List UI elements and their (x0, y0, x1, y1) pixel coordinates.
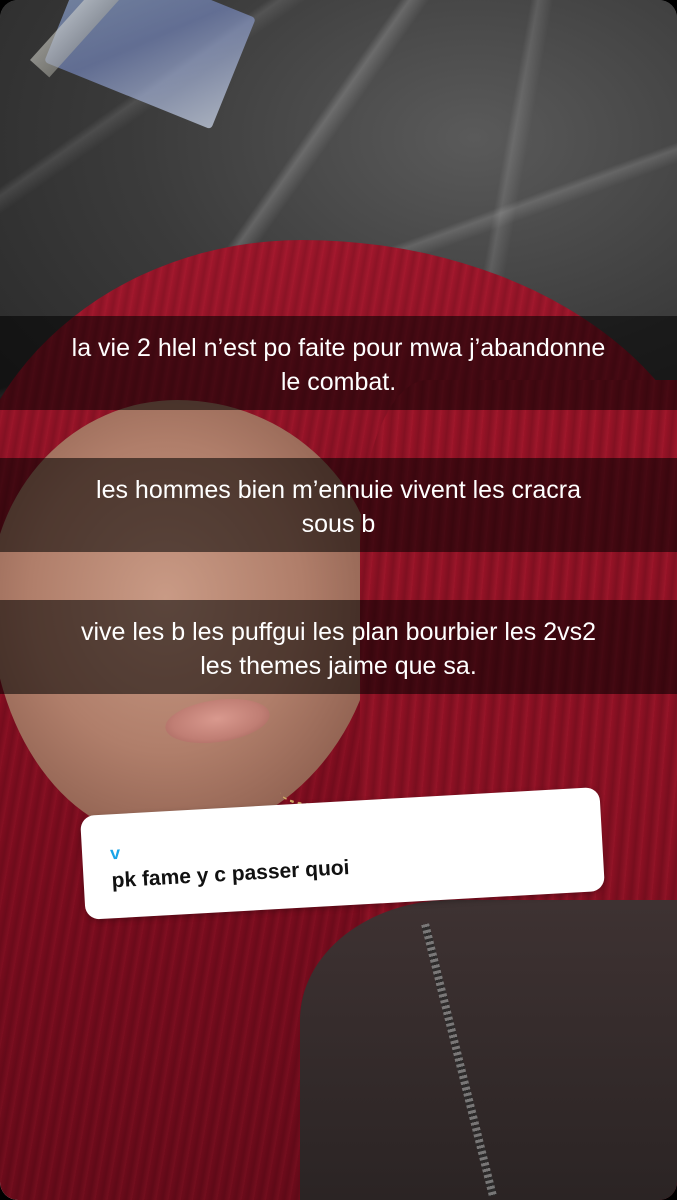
caption-3-line-1: vive les b les puffgui les plan bourbier… (80, 618, 597, 646)
caption-bar-1: la vie 2 hlel n’est po faite pour mwa j’… (0, 316, 677, 410)
caption-1-line-2: le combat. (280, 368, 397, 396)
caption-1-line-1: la vie 2 hlel n’est po faite pour mwa j’… (71, 334, 606, 362)
caption-2-line-1: les hommes bien m’ennuie vivent les crac… (96, 476, 581, 504)
caption-2-line-2: sous b (301, 510, 376, 538)
dark-top (300, 900, 677, 1200)
story-frame: la vie 2 hlel n’est po faite pour mwa j’… (0, 0, 677, 1200)
caption-bar-2: les hommes bien m’ennuie vivent les crac… (0, 458, 677, 552)
caption-bar-3: vive les b les puffgui les plan bourbier… (0, 600, 677, 694)
caption-3-line-2: les themes jaime que sa. (200, 652, 477, 680)
